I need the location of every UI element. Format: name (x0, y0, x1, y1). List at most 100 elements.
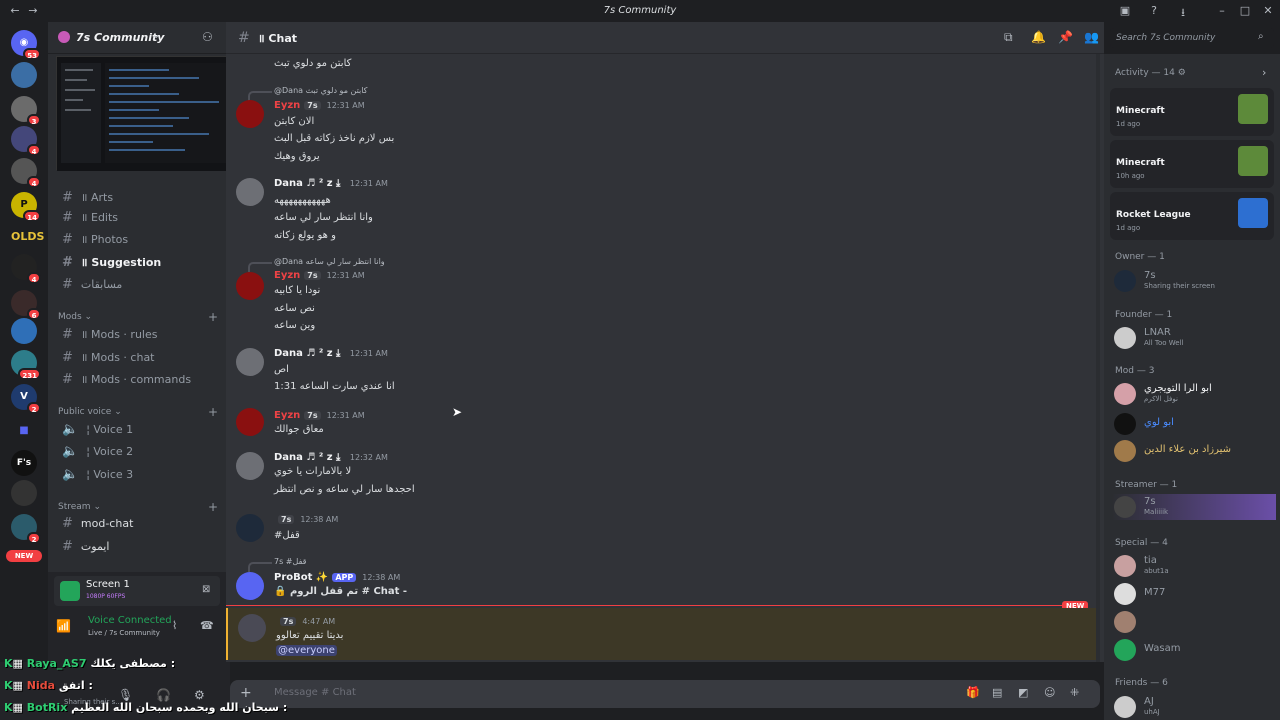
server-icon[interactable]: P 14 (11, 192, 41, 222)
threads-icon[interactable]: ⧉ (1004, 30, 1013, 45)
message-author[interactable]: Dana ♬ ² z ⤓ 12:32 AM (274, 452, 388, 463)
reply-preview[interactable]: 7s #قفل (247, 557, 306, 572)
server-icon[interactable]: 231 (11, 350, 41, 380)
gif-icon[interactable]: ▤ (992, 686, 1002, 699)
avatar[interactable] (238, 614, 266, 642)
stream-preview[interactable] (56, 56, 239, 171)
member-item[interactable]: AJ uhAJ (1112, 694, 1276, 720)
category-stream[interactable]: Stream ⌄ + (58, 500, 218, 514)
message-author[interactable]: 7s 12:38 AM (274, 514, 338, 525)
server-fs[interactable]: F's (11, 450, 37, 476)
channel-mod-chat[interactable]: # mod-chat (54, 514, 220, 534)
avatar[interactable] (236, 452, 264, 480)
member-item[interactable]: 7s Sharing their screen (1112, 268, 1276, 294)
activity-card[interactable]: Minecraft 10h ago (1110, 140, 1274, 188)
activity-card[interactable]: Minecraft 1d ago (1110, 88, 1274, 136)
reply-preview[interactable]: @Dana كابتن مو دلوي تبث (248, 86, 368, 101)
add-channel-icon[interactable]: + (208, 500, 218, 514)
reply-preview[interactable]: @Dana وانا انتظر سار لي ساعه (248, 257, 385, 272)
add-attachment-icon[interactable]: + (240, 685, 252, 701)
member-item[interactable]: شيرزاد بن علاء الدين (1112, 438, 1276, 464)
message-author[interactable]: Eyzn 7s 12:31 AM (274, 270, 365, 281)
add-channel-icon[interactable]: + (208, 405, 218, 419)
member-item[interactable]: M77 (1112, 581, 1276, 607)
channel-photos[interactable]: # ॥ Photos (54, 230, 220, 250)
sticker-icon[interactable]: ◩ (1018, 686, 1028, 699)
category-public-voice[interactable]: Public voice ⌄ + (58, 405, 218, 419)
member-item[interactable]: ابو لوي (1112, 411, 1276, 437)
member-item[interactable]: tia abut1a (1112, 553, 1276, 579)
message-author[interactable]: 7s 4:47 AM (276, 616, 335, 627)
member-item[interactable] (1112, 609, 1276, 635)
disconnect-icon[interactable]: ☎ (200, 619, 214, 632)
noise-suppression-icon[interactable]: ⌇ (172, 619, 177, 632)
avatar[interactable] (236, 408, 264, 436)
server-icon[interactable]: 4 (11, 254, 41, 284)
search-icon[interactable]: ⌕ (1258, 31, 1264, 42)
signal-icon[interactable]: 📶 (56, 619, 71, 633)
server-icon[interactable]: 4 (11, 126, 41, 156)
members-icon[interactable]: 👥 (1084, 30, 1099, 44)
download-icon[interactable]: ⭳ (1176, 4, 1190, 19)
server-icon[interactable] (11, 62, 37, 88)
mention-everyone[interactable]: @everyone (276, 645, 337, 656)
search-input[interactable]: Search 7s Community (1116, 33, 1215, 43)
close-icon[interactable]: ✕ (1261, 4, 1275, 18)
message-author[interactable]: ProBot ✨ APP 12:38 AM (274, 572, 400, 583)
member-item[interactable]: LNAR All Too Well (1112, 325, 1276, 351)
activity-card[interactable]: Rocket League 1d ago (1110, 192, 1274, 240)
folder-icon[interactable]: ■ (11, 418, 37, 444)
avatar[interactable] (236, 100, 264, 128)
maximize-icon[interactable]: □ (1238, 4, 1252, 18)
message-author[interactable]: Dana ♬ ² z ⤓ 12:31 AM (274, 348, 388, 359)
voice-channel-3[interactable]: 🔈 ¦ Voice 3 (54, 465, 220, 485)
channel-contests[interactable]: # مسابقات (54, 275, 220, 295)
message-author[interactable]: Eyzn 7s 12:31 AM (274, 100, 365, 111)
avatar[interactable] (236, 514, 264, 542)
add-channel-icon[interactable]: + (208, 310, 218, 324)
voice-channel-2[interactable]: 🔈 ¦ Voice 2 (54, 442, 220, 462)
screen-share-card[interactable]: Screen 1 1080P 60FPS ⊠ (54, 576, 220, 606)
emoji-icon[interactable]: ☺ (1044, 686, 1055, 699)
message-author[interactable]: Eyzn 7s 12:31 AM (274, 410, 365, 421)
voice-channel-1[interactable]: 🔈 ¦ Voice 1 (54, 420, 220, 440)
channel-edits[interactable]: # ॥ Edits (54, 208, 220, 228)
server-icon[interactable] (11, 480, 37, 506)
channel-emote[interactable]: # ايموت (54, 537, 220, 557)
search-bar[interactable]: Search 7s Community ⌕ (1110, 28, 1274, 48)
help-icon[interactable]: ? (1147, 4, 1161, 18)
minimize-icon[interactable]: – (1215, 4, 1229, 18)
stop-share-icon[interactable]: ⊠ (202, 584, 210, 595)
channel-suggestion[interactable]: # ॥ Suggestion (54, 253, 220, 273)
avatar[interactable] (236, 178, 264, 206)
channel-mods-commands[interactable]: # ॥ Mods · commands (54, 370, 220, 390)
add-member-icon[interactable]: ⚇ (202, 30, 213, 44)
server-icon[interactable]: V2 (11, 384, 41, 414)
avatar[interactable] (236, 348, 264, 376)
message-author[interactable]: Dana ♬ ² z ⤓ 12:31 AM (274, 178, 388, 189)
scrollbar[interactable] (1096, 54, 1100, 662)
server-icon[interactable]: 4 (11, 158, 41, 188)
server-icon[interactable]: 3 (11, 96, 41, 126)
server-icon[interactable]: 6 (11, 290, 41, 320)
pin-icon[interactable]: 📌 (1058, 30, 1073, 44)
server-icon[interactable]: 2 (11, 514, 41, 544)
bell-icon[interactable]: 🔔 (1031, 30, 1046, 44)
server-olds[interactable]: OLDS (11, 224, 44, 250)
channel-arts[interactable]: # ॥ Arts (54, 188, 220, 208)
avatar[interactable] (236, 572, 264, 600)
member-item[interactable]: Wasam (1112, 637, 1276, 662)
server-header[interactable]: 7s Community ⌄ ⚇ (48, 22, 226, 54)
channel-mods-chat[interactable]: # ॥ Mods · chat (54, 348, 220, 368)
inbox-icon[interactable]: ▣ (1118, 4, 1132, 18)
category-mods[interactable]: Mods ⌄ + (58, 310, 218, 324)
chevron-right-icon[interactable]: › (1262, 66, 1266, 79)
apps-icon[interactable]: ⁜ (1070, 686, 1079, 699)
member-item[interactable]: ابو الرا التويجري نوفل الاكرم (1112, 381, 1276, 407)
channel-mods-rules[interactable]: # ॥ Mods · rules (54, 325, 220, 345)
gift-icon[interactable]: 🎁 (966, 686, 980, 699)
avatar[interactable] (236, 272, 264, 300)
server-icon[interactable] (11, 318, 37, 344)
home-button[interactable]: ◉ 53 (11, 30, 41, 60)
message-input[interactable]: Message # Chat (274, 687, 356, 698)
